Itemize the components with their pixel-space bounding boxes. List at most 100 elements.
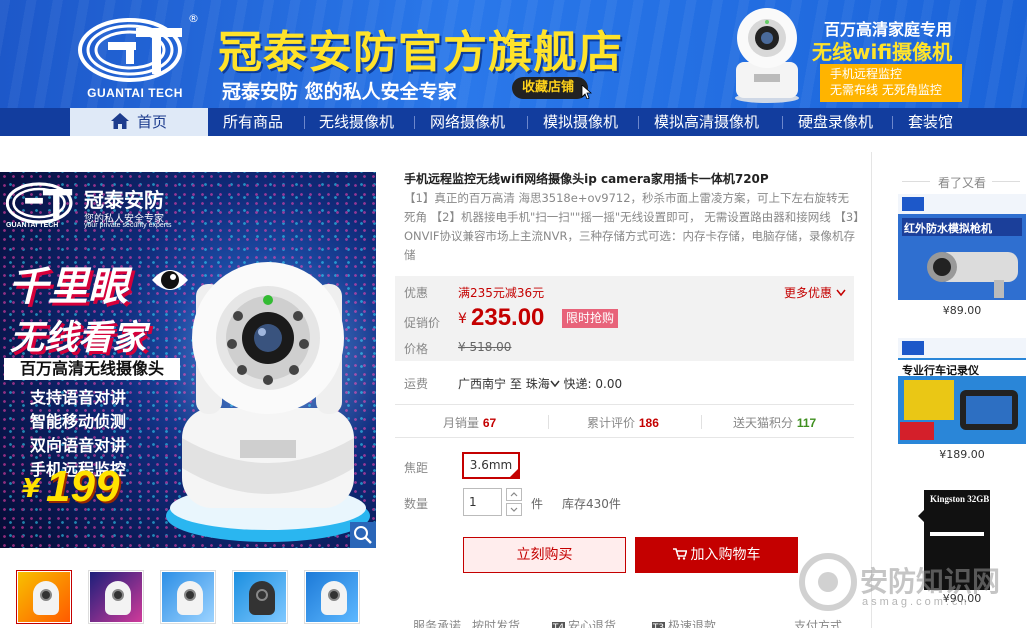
main-product-image[interactable]: GUANTAI TECH 冠泰安防 您的私人安全专家 your private … xyxy=(0,172,376,548)
cart-icon xyxy=(672,548,687,560)
nav-separator xyxy=(892,116,893,129)
thumbnail-4[interactable] xyxy=(232,570,288,624)
shipping-label: 运费 xyxy=(404,377,429,391)
thumbnail-1[interactable] xyxy=(16,570,72,624)
store-title: 冠泰安防官方旗舰店 xyxy=(218,27,623,78)
sidebar-item-price: ¥189.00 xyxy=(939,448,985,461)
banner-tag-line2: 无需布线 无死角监控 xyxy=(830,83,942,97)
image-sub-banner: 百万高清无线摄像头 xyxy=(4,358,180,380)
shipping-info: 广西南宁 至 珠海 快递: 0.00 xyxy=(458,375,622,392)
favorite-store-label: 收藏店铺 xyxy=(522,80,575,95)
nav-separator xyxy=(638,116,639,129)
nav-item-label: 首页 xyxy=(136,113,167,131)
magnifier-icon xyxy=(354,526,372,544)
nav-item-analog-camera[interactable]: 模拟摄像机 xyxy=(543,108,618,136)
service-item[interactable]: 按时发货 xyxy=(472,617,520,628)
fast-refund-icon: T3 xyxy=(652,622,665,628)
product-title: 手机远程监控无线wifi网络摄像头ip camera家用插卡一体机720P xyxy=(404,172,769,186)
thumbnail-5[interactable] xyxy=(304,570,360,624)
service-text: 极速退款 xyxy=(668,619,717,628)
store-slogan: 冠泰安防 您的私人安全专家 xyxy=(222,81,457,103)
price-label: 促销价 xyxy=(404,316,441,330)
watermark-url: asmag.com.cn xyxy=(862,596,970,608)
service-text: 按时发货 xyxy=(472,619,521,628)
quantity-input[interactable]: 1 xyxy=(463,488,502,516)
sidebar-item-dashcam[interactable]: 专业行车记录仪 xyxy=(898,338,1026,466)
product-description: 【1】真正的百万高清 海思3518e+ov9712，秒杀市面上雷凌方案，可上下左… xyxy=(404,191,860,262)
payment-label: 支付方式 xyxy=(794,619,843,628)
sale-price: 235.00 xyxy=(471,304,545,331)
ship-destination: 珠海 xyxy=(525,377,550,391)
registered-mark: ® xyxy=(188,12,199,25)
sales-stats: 月销量 67 累计评价 186 送天猫积分 117 xyxy=(395,404,854,438)
selected-check-icon xyxy=(509,468,519,478)
sidebar-item-title: 红外防水模拟枪机 xyxy=(904,222,992,235)
quantity-unit: 件 xyxy=(531,497,544,511)
image-headline: 千里眼 xyxy=(8,264,128,310)
stat-reviews[interactable]: 累计评价 186 xyxy=(587,414,659,431)
services-label: 服务承诺 xyxy=(413,619,462,628)
sidebar-item-title: 专业行车记录仪 xyxy=(902,364,979,377)
guantai-logo-icon xyxy=(78,18,182,82)
nav-item-all-products[interactable]: 所有商品 xyxy=(223,108,283,136)
nav-item-wireless-camera[interactable]: 无线摄像机 xyxy=(319,108,394,136)
buy-now-button[interactable]: 立刻购买 xyxy=(463,537,626,573)
focal-label: 焦距 xyxy=(404,461,429,475)
return-guarantee-icon: T4 xyxy=(552,622,565,628)
focal-option-selected[interactable]: 3.6mm xyxy=(462,452,520,479)
stat-label: 累计评价 xyxy=(587,416,636,430)
banner-tag-line1: 手机远程监控 xyxy=(830,67,903,81)
thumbnail-2[interactable] xyxy=(88,570,144,624)
nav-item-dvr[interactable]: 硬盘录像机 xyxy=(798,108,873,136)
banner-subheadline: 无线wifi摄像机 xyxy=(812,40,953,64)
service-item[interactable]: T4 安心退货 xyxy=(552,617,616,628)
image-brand-en: your private security experts xyxy=(84,222,172,229)
dashcam-image xyxy=(898,338,1026,444)
home-icon xyxy=(110,113,129,129)
nav-separator xyxy=(527,116,528,129)
service-text: 安心退货 xyxy=(568,619,617,628)
service-item[interactable]: T3 极速退款 xyxy=(652,617,716,628)
stat-value: 186 xyxy=(638,416,659,430)
add-to-cart-label: 加入购物车 xyxy=(690,547,761,563)
favorite-store-button[interactable]: 收藏店铺 xyxy=(512,77,593,99)
add-to-cart-button[interactable]: 加入购物车 xyxy=(635,537,798,573)
focal-value: 3.6mm xyxy=(469,458,513,472)
ship-to-word: 至 xyxy=(509,377,522,391)
stat-monthly-sales: 月销量 67 xyxy=(443,414,496,431)
nav-item-analog-hd-camera[interactable]: 模拟高清摄像机 xyxy=(654,108,759,136)
pointer-cursor-icon xyxy=(581,85,593,99)
currency-symbol: ¥ xyxy=(458,311,467,327)
original-price: ¥ 518.00 xyxy=(458,340,512,354)
chevron-down-icon xyxy=(510,507,518,512)
quantity-decrease-button[interactable] xyxy=(506,503,522,516)
original-price-label: 价格 xyxy=(404,342,429,356)
zoom-button[interactable] xyxy=(350,522,376,548)
sidebar-item-bullet-camera[interactable]: 红外防水模拟枪机 xyxy=(898,194,1026,322)
stat-points: 送天猫积分 117 xyxy=(733,414,816,431)
brand-logo-icon xyxy=(6,182,73,224)
store-nav: 首页 所有商品 无线摄像机 网络摄像机 模拟摄像机 模拟高清摄像机 硬盘录像机 … xyxy=(0,108,1027,136)
watermark-text: 安防知识网 xyxy=(860,565,1001,598)
store-logo[interactable]: ® GUANTAI TECH xyxy=(70,12,200,102)
stock-count: 库存430件 xyxy=(562,497,621,511)
chevron-up-icon xyxy=(510,492,518,497)
nav-item-home[interactable]: 首页 xyxy=(70,108,208,136)
ship-destination-select[interactable]: 珠海 xyxy=(526,377,560,391)
image-feature: 双向语音对讲 xyxy=(30,436,127,455)
stat-label: 送天猫积分 xyxy=(733,416,794,430)
image-price-sign: ¥ xyxy=(22,474,41,504)
camera-image-icon xyxy=(166,262,370,542)
nav-separator xyxy=(414,116,415,129)
ship-from: 广西南宁 xyxy=(458,377,507,391)
nav-item-bundles[interactable]: 套装馆 xyxy=(908,108,953,136)
sidebar-item-title: Kingston 32GB xyxy=(930,494,990,504)
nav-item-network-camera[interactable]: 网络摄像机 xyxy=(430,108,505,136)
quantity-increase-button[interactable] xyxy=(506,488,522,501)
promo-text: 满235元减36元 xyxy=(458,286,545,300)
thumbnail-3[interactable] xyxy=(160,570,216,624)
stat-separator xyxy=(701,415,702,429)
more-promo-label: 更多优惠 xyxy=(784,286,833,300)
stat-label: 月销量 xyxy=(443,416,480,430)
more-promo-link[interactable]: 更多优惠 xyxy=(784,284,846,301)
